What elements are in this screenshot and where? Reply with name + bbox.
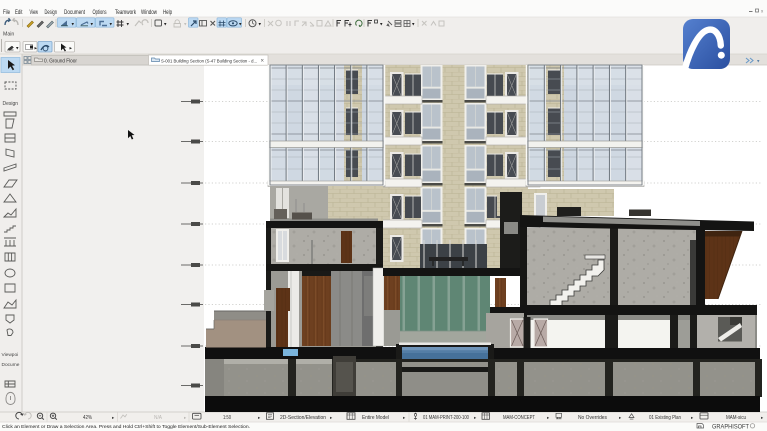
svg-text:01 MAM-PRINT-200-100: 01 MAM-PRINT-200-100 (423, 415, 469, 421)
svg-text:File: File (3, 10, 10, 16)
svg-text:1:50: 1:50 (223, 415, 231, 421)
svg-text:S-001 Building Section (S-47 B: S-001 Building Section (S-47 Building Se… (161, 58, 257, 64)
svg-text:Click an Element or Draw a Sel: Click an Element or Draw a Selection Are… (2, 424, 250, 430)
svg-text:Design: Design (45, 10, 58, 16)
svg-text:2D-Section/Elevation: 2D-Section/Elevation (280, 415, 326, 421)
svg-text:42%: 42% (83, 415, 92, 421)
svg-text:Window: Window (141, 10, 157, 16)
svg-text:GRAPHISOFT: GRAPHISOFT (712, 424, 749, 430)
svg-text:Help: Help (163, 10, 172, 16)
svg-text:MAM-sicu: MAM-sicu (726, 415, 746, 421)
svg-text:0. Ground Floor: 0. Ground Floor (44, 58, 77, 64)
svg-text:Options: Options (93, 10, 107, 16)
svg-text:N/A: N/A (154, 415, 163, 421)
svg-text:Edit: Edit (15, 10, 23, 16)
svg-text:View: View (30, 10, 39, 16)
svg-text:No Overrides: No Overrides (578, 415, 607, 421)
svg-text:Design: Design (3, 101, 19, 107)
svg-text:01 Existing Plan: 01 Existing Plan (649, 415, 681, 421)
svg-text:MAM-CONCEPT: MAM-CONCEPT (503, 415, 535, 421)
svg-text:×: × (261, 59, 265, 65)
svg-text:Main: Main (3, 32, 14, 38)
svg-text:Viewpoi: Viewpoi (2, 352, 19, 358)
svg-text:Entire Model: Entire Model (362, 415, 389, 421)
svg-text:Docume: Docume (2, 362, 20, 368)
svg-text:Teamwork: Teamwork (115, 10, 137, 16)
svg-text:Document: Document (64, 10, 85, 16)
